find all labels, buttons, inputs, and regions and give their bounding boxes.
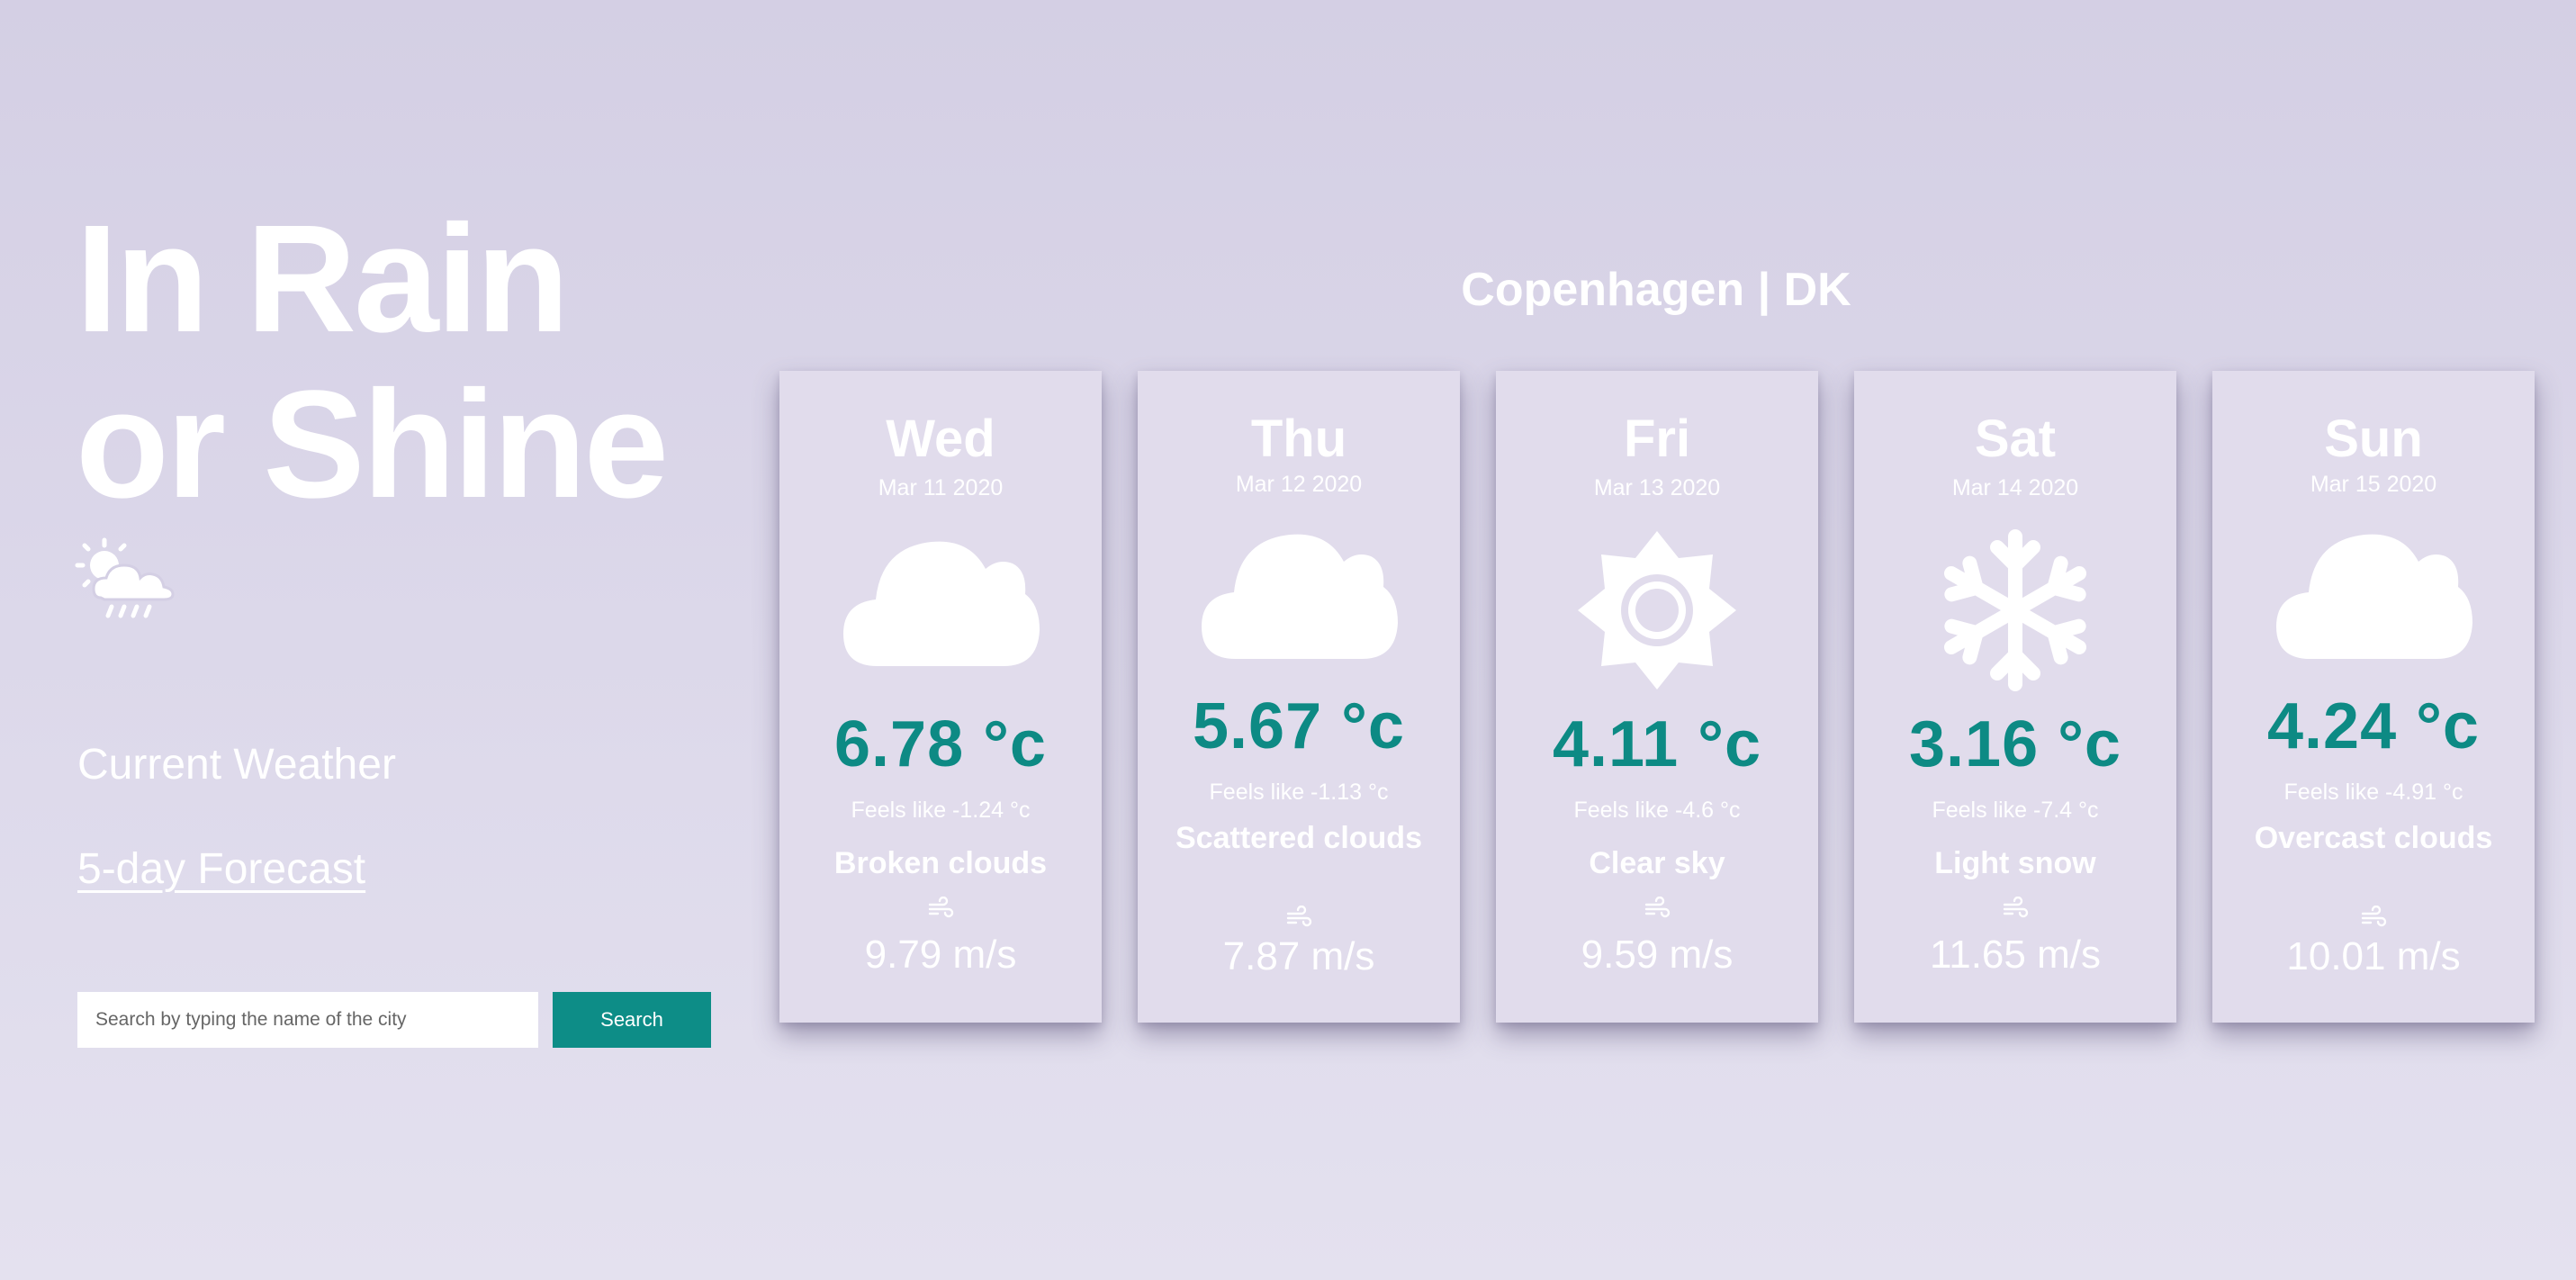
card-temperature: 4.24 °c [2267, 690, 2480, 762]
card-feels-like: Feels like -1.13 °c [1209, 780, 1389, 805]
cloud-icon [2276, 534, 2472, 659]
wind-icon [1286, 906, 1312, 927]
card-description: Overcast clouds [2254, 821, 2493, 855]
card-wind-speed: 9.59 m/s [1581, 933, 1734, 977]
card-description: Clear sky [1589, 846, 1725, 880]
city-search-input[interactable] [77, 992, 538, 1048]
sun-icon [1578, 531, 1736, 690]
cloud-icon [1202, 534, 1398, 659]
card-wind-speed: 11.65 m/s [1930, 933, 2101, 977]
card-wind-speed: 10.01 m/s [2286, 934, 2461, 978]
card-date: Mar 15 2020 [2310, 472, 2437, 497]
snowflake-icon [1943, 529, 2087, 691]
card-day: Fri [1623, 410, 1691, 468]
card-feels-like: Feels like -7.4 °c [1932, 798, 2099, 823]
card-temperature: 4.11 °c [1553, 708, 1761, 780]
card-day: Thu [1250, 410, 1347, 468]
card-date: Mar 11 2020 [878, 475, 1004, 500]
card-temperature: 3.16 °c [1909, 708, 2121, 780]
card-description: Broken clouds [833, 846, 1048, 880]
card-description: Light snow [1934, 846, 2096, 880]
forecast-card: Fri Mar 13 2020 4.11 °c Feels like -4.6 … [1496, 371, 1818, 1023]
wind-icon [1644, 897, 1671, 918]
card-temperature: 5.67 °c [1193, 690, 1405, 762]
cloud-icon [843, 541, 1040, 666]
card-day: Sun [2324, 410, 2423, 468]
wind-icon [2003, 897, 2029, 918]
wind-icon [928, 897, 954, 918]
card-wind-speed: 7.87 m/s [1222, 934, 1375, 978]
app-title: In Rain or Shine [76, 194, 669, 530]
forecast-card: Sat Mar 14 2020 3.16 °c Feels like -7.4 … [1854, 371, 2176, 1023]
card-temperature: 6.78 °c [834, 708, 1047, 780]
forecast-card: Wed Mar 11 2020 6.78 °c Feels like -1.24… [779, 371, 1102, 1023]
card-day: Sat [1974, 410, 2057, 468]
card-day: Wed [886, 410, 995, 468]
card-description: Scattered clouds [1175, 821, 1422, 855]
nav-current-weather-link[interactable]: Current Weather [77, 740, 396, 789]
forecast-card: Thu Mar 12 2020 5.67 °c Feels like -1.13… [1138, 371, 1460, 1023]
card-date: Mar 14 2020 [1951, 475, 2079, 500]
card-date: Mar 12 2020 [1235, 472, 1363, 497]
card-feels-like: Feels like -4.6 °c [1573, 798, 1741, 823]
card-wind-speed: 9.79 m/s [864, 933, 1017, 977]
search-button[interactable]: Search [553, 992, 711, 1048]
nav-forecast-link[interactable]: 5-day Forecast [77, 844, 365, 894]
card-feels-like: Feels like -1.24 °c [851, 798, 1031, 823]
wind-icon [2361, 906, 2387, 927]
card-date: Mar 13 2020 [1593, 475, 1721, 500]
sun-cloud-rain-icon [75, 537, 175, 618]
city-title: Copenhagen | DK [1461, 264, 1851, 316]
forecast-card: Sun Mar 15 2020 4.24 °c Feels like -4.91… [2212, 371, 2535, 1023]
card-feels-like: Feels like -4.91 °c [2283, 780, 2463, 805]
